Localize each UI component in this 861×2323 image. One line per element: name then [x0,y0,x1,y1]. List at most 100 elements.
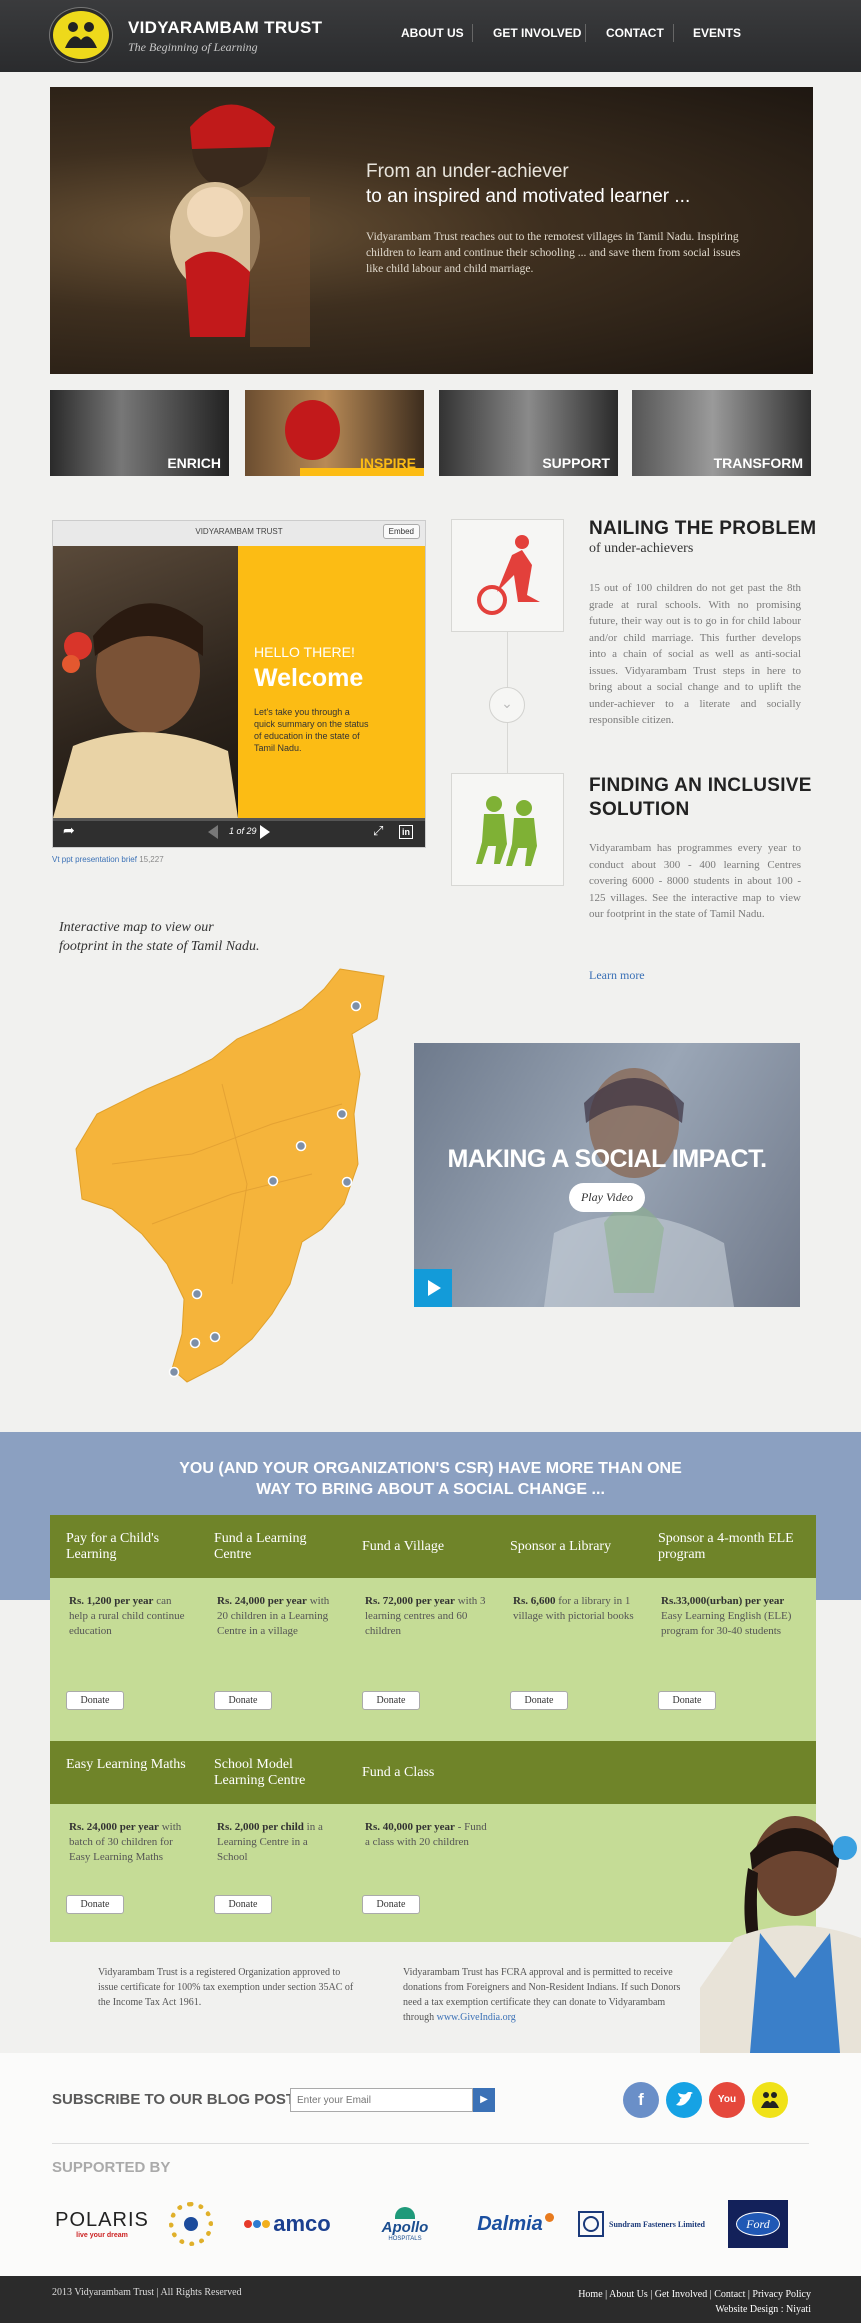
slide-summary: Let's take you through a quick summary o… [254,707,369,753]
slideshow-embed[interactable]: VIDYARAMBAM TRUST Embed HELLO THERE! Wel… [52,520,426,848]
tile-label: ENRICH [167,455,221,471]
map-pin[interactable] [209,1331,221,1343]
map-pin[interactable] [295,1140,307,1152]
polaris-logo[interactable]: POLARIS live your dream [52,2200,152,2248]
donate-card: Sponsor a 4-month ELE program Rs.33,000(… [642,1515,816,1715]
card-desc: Rs. 1,200 per year can help a rural chil… [69,1594,191,1639]
email-input[interactable] [290,2088,473,2112]
donate-button[interactable]: Donate [214,1691,272,1710]
tile-transform[interactable]: TRANSFORM [632,390,811,476]
tile-enrich[interactable]: ENRICH [50,390,229,476]
amco-logo[interactable]: amco [240,2200,335,2248]
sundram-wordmark: Sundram Fasteners Limited [609,2219,705,2229]
donate-button[interactable]: Donate [510,1691,568,1710]
tile-support[interactable]: SUPPORT [439,390,618,476]
donate-button[interactable]: Donate [66,1895,124,1914]
card-amount: Rs. 24,000 per year [217,1595,307,1607]
nav-contact[interactable]: CONTACT [606,26,664,40]
map-pin[interactable] [191,1288,203,1300]
donate-card: School Model Learning Centre Rs. 2,000 p… [198,1741,346,1941]
donate-button[interactable]: Donate [362,1895,420,1914]
donate-button[interactable]: Donate [214,1895,272,1914]
fullscreen-icon[interactable]: ⤢ [373,823,383,839]
map-pin[interactable] [350,1000,362,1012]
donate-button[interactable]: Donate [362,1691,420,1710]
slideshow-caption: Vt ppt presentation brief 15,227 [52,855,164,864]
map-pin[interactable] [168,1366,180,1378]
nav-about-us[interactable]: ABOUT US [401,26,464,40]
card-title: Fund a Class [362,1765,435,1780]
connector-line [507,632,508,687]
rotary-hub [184,2217,198,2231]
map-caption-1: Interactive map to view our [59,920,214,935]
play-video-button[interactable]: Play Video [569,1183,645,1212]
facebook-icon[interactable]: f [623,2082,659,2118]
map-pin[interactable] [336,1108,348,1120]
amco-dot-icon [244,2220,253,2228]
donate-heading-2: WAY TO BRING ABOUT A SOCIAL CHANGE ... [256,1481,605,1498]
card-desc: Rs. 24,000 per year with 20 children in … [217,1594,339,1639]
child-labour-icon [477,535,540,615]
footer-link-home[interactable]: Home [578,2289,602,2300]
giveindia-link[interactable]: www.GiveIndia.org [437,2012,516,2023]
share-icon[interactable]: ➦ [63,823,75,840]
logo-children-icon [65,22,97,48]
slide-welcome: Welcome [254,664,364,692]
donate-card: Fund a Village Rs. 72,000 per year with … [346,1515,494,1715]
nav-events[interactable]: EVENTS [693,26,741,40]
donate-card: Fund a Class Rs. 40,000 per year - Fund … [346,1741,494,1941]
nav-get-involved[interactable]: GET INVOLVED [493,26,581,40]
twitter-bird-icon [676,2092,693,2106]
linkedin-icon[interactable]: in [399,825,413,839]
footer-link-privacy-policy[interactable]: Privacy Policy [752,2289,811,2300]
tamil-nadu-map[interactable] [72,964,392,1386]
donate-button[interactable]: Donate [658,1691,716,1710]
solution-body: Vidyarambam has programmes every year to… [589,842,801,920]
connector-line [507,723,508,773]
card-detail: Easy Learning English (ELE) program for … [661,1610,792,1637]
card-desc: Rs. 6,600 for a library in 1 village wit… [513,1594,635,1624]
map-pin[interactable] [189,1337,201,1349]
hero-description: Vidyarambam Trust reaches out to the rem… [366,231,741,275]
play-icon[interactable] [414,1269,452,1307]
slideshow-link[interactable]: Vt ppt presentation brief [52,855,137,864]
footer-link-contact[interactable]: Contact [714,2289,745,2300]
footer-link-get-involved[interactable]: Get Involved [655,2289,708,2300]
sundram-logo[interactable]: Sundram Fasteners Limited [568,2200,715,2248]
card-desc: Rs. 72,000 per year with 3 learning cent… [365,1594,487,1639]
dalmia-logo[interactable]: Dalmia [473,2200,558,2248]
slide-photo [53,546,238,818]
apollo-logo[interactable]: Apollo HOSPITALS [370,2200,440,2248]
sundram-emblem-ring [583,2216,599,2232]
site-logo[interactable] [50,8,112,62]
footer-link-about-us[interactable]: About Us [609,2289,648,2300]
brand-name[interactable]: VIDYARAMBAM TRUST [128,18,322,38]
chevron-down-icon[interactable]: ⌄ [489,687,525,723]
learn-more-link[interactable]: Learn more [589,968,645,983]
map-pin[interactable] [267,1175,279,1187]
card-title: Sponsor a 4-month ELE program [658,1531,794,1562]
embed-button[interactable]: Embed [382,524,420,539]
facebook-glyph: f [638,2090,644,2109]
ford-logo[interactable]: Ford [728,2200,788,2248]
map-pin[interactable] [341,1176,353,1188]
hero-headline-1: From an under-achiever [366,161,569,182]
video-player[interactable]: MAKING A SOCIAL IMPACT. Play Video [414,1043,800,1307]
prev-slide-icon[interactable] [208,825,218,839]
progress-track [53,818,425,821]
tile-label: TRANSFORM [713,455,803,471]
tile-inspire[interactable]: INSPIRE [245,390,424,476]
card-amount: Rs.33,000(urban) per year [661,1595,785,1607]
donate-card: Easy Learning Maths Rs. 24,000 per year … [50,1741,198,1941]
youtube-icon[interactable]: You [709,2082,745,2118]
card-amount: Rs. 40,000 per year [365,1821,455,1833]
vidyarambam-icon[interactable] [752,2082,788,2118]
next-slide-icon[interactable] [260,825,270,839]
tile-doll-hat [285,400,340,460]
rotary-logo[interactable] [166,2200,216,2248]
divider [52,2143,809,2144]
twitter-icon[interactable] [666,2082,702,2118]
donate-button[interactable]: Donate [66,1691,124,1710]
subscribe-arrow-icon[interactable]: ▶ [473,2088,495,2112]
slide-girl-photo [53,603,238,818]
